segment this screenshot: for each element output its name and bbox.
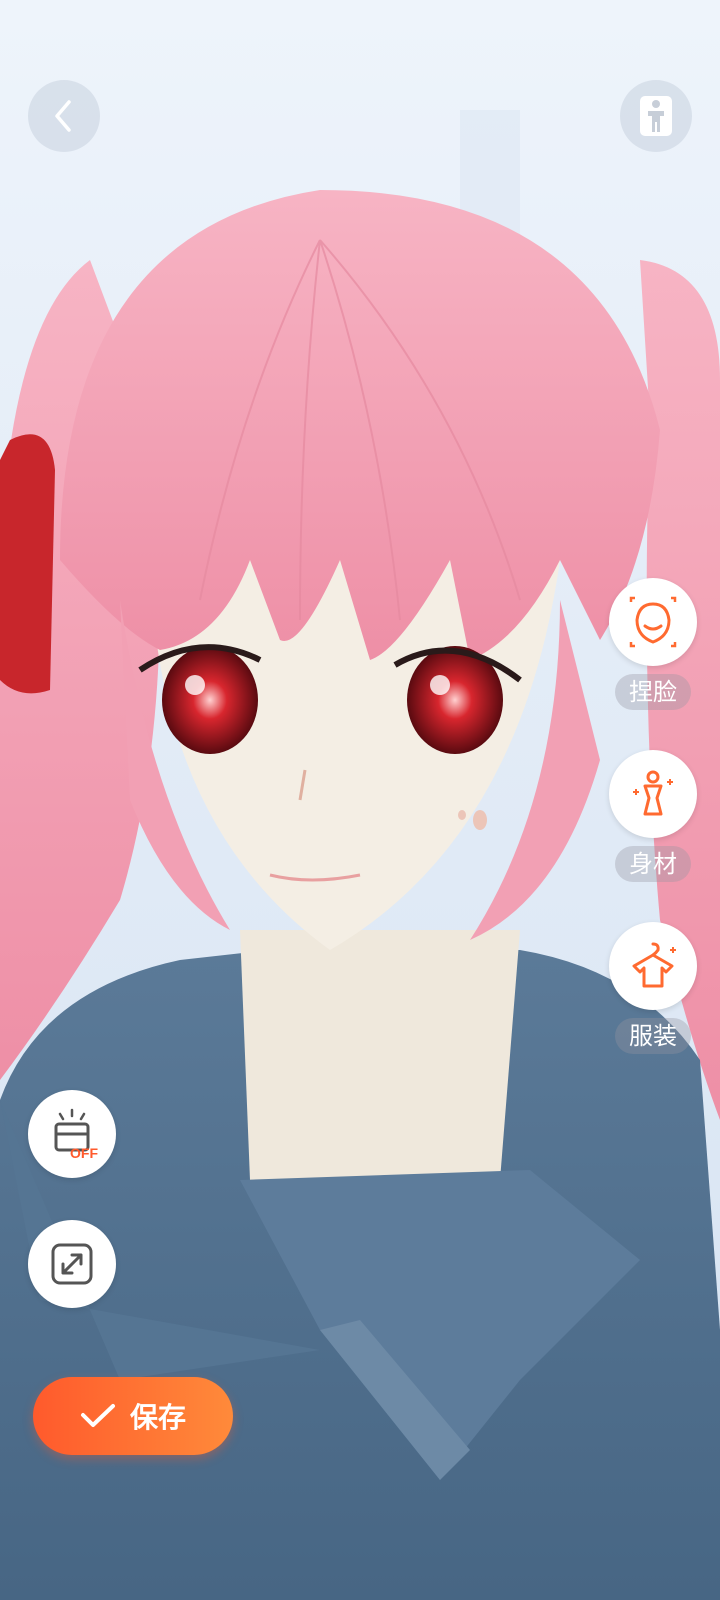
save-button-label: 保存 [129,1401,186,1434]
spotlight-off-icon: OFF [54,1108,98,1161]
save-button[interactable]: 保存 [33,1377,233,1455]
body-tool-button[interactable] [609,750,697,838]
face-tool[interactable]: 捏脸 [608,578,698,710]
clothes-hanger-icon [632,942,676,988]
face-sculpt-icon [629,596,677,648]
light-toggle-button[interactable]: OFF [28,1090,116,1178]
face-tool-label: 捏脸 [615,674,691,710]
clothes-tool-button[interactable] [609,922,697,1010]
body-tool[interactable]: 身材 [608,750,698,882]
clothes-tool[interactable]: 服装 [608,922,698,1054]
checkmark-icon [80,1404,115,1427]
body-tool-label: 身材 [615,846,691,882]
person-standing-icon [640,96,672,136]
light-off-badge: OFF [70,1145,98,1161]
fullscreen-button[interactable] [28,1220,116,1308]
face-tool-button[interactable] [609,578,697,666]
chevron-left-icon [55,100,71,132]
expand-icon [51,1243,93,1285]
body-view-button[interactable] [620,80,692,152]
back-button[interactable] [28,80,100,152]
clothes-tool-label: 服装 [615,1018,691,1054]
body-shape-icon [633,770,673,816]
